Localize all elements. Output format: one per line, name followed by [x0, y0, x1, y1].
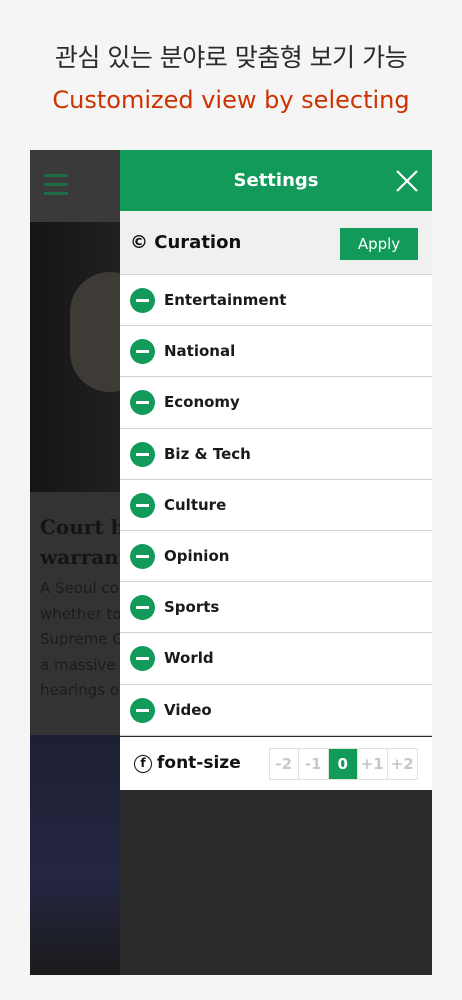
phone-screen: Court he warrant A Seoul cou whether to … [30, 150, 432, 975]
minus-circle-icon[interactable] [130, 390, 155, 416]
category-label: World [164, 649, 214, 668]
category-item-entertainment[interactable]: Entertainment [120, 275, 432, 327]
minus-circle-icon[interactable] [130, 595, 155, 621]
font-size-option-minus-2[interactable]: -2 [269, 749, 299, 779]
apply-button[interactable]: Apply [340, 228, 418, 260]
menu-icon[interactable] [44, 174, 68, 196]
font-size-option-plus-1[interactable]: +1 [358, 749, 388, 779]
settings-header: Settings [120, 150, 432, 211]
font-size-text: font-size [157, 753, 241, 773]
category-label: Video [164, 700, 212, 719]
category-item-video[interactable]: Video [120, 684, 432, 736]
minus-circle-icon[interactable] [130, 646, 155, 672]
category-item-biz-tech[interactable]: Biz & Tech [120, 428, 432, 480]
category-item-world[interactable]: World [120, 633, 432, 685]
category-item-opinion[interactable]: Opinion [120, 530, 432, 583]
category-label: Biz & Tech [164, 444, 251, 463]
minus-circle-icon[interactable] [130, 288, 155, 313]
curation-bar: © Curation Apply [120, 211, 432, 275]
font-size-bar: f font-size -2 -1 0 +1 +2 [120, 737, 432, 790]
font-size-option-0[interactable]: 0 [328, 749, 358, 779]
minus-circle-icon[interactable] [130, 543, 155, 569]
category-label: Culture [164, 495, 227, 514]
category-label: Entertainment [164, 291, 287, 309]
category-item-sports[interactable]: Sports [120, 582, 432, 634]
category-label: Opinion [164, 546, 230, 565]
category-item-economy[interactable]: Economy [120, 377, 432, 429]
font-size-selector: -2 -1 0 +1 +2 [268, 748, 418, 780]
category-label: National [164, 342, 236, 361]
minus-circle-icon[interactable] [130, 697, 155, 723]
font-icon: f [134, 755, 152, 773]
promo-title-english: Customized view by selecting [52, 86, 410, 114]
minus-circle-icon[interactable] [130, 441, 155, 467]
font-size-option-minus-1[interactable]: -1 [299, 749, 329, 779]
settings-panel: Settings © Curation Apply Entertainment … [120, 150, 432, 975]
close-icon[interactable] [394, 168, 420, 194]
category-item-culture[interactable]: Culture [120, 479, 432, 531]
minus-circle-icon[interactable] [130, 492, 155, 518]
curation-label: © Curation [130, 232, 242, 253]
minus-circle-icon[interactable] [130, 339, 155, 365]
promo-title-korean: 관심 있는 분야로 맞춤형 보기 가능 [54, 43, 408, 72]
category-item-national[interactable]: National [120, 326, 432, 378]
category-list: Entertainment National Economy Biz & Tec… [120, 275, 432, 736]
settings-title: Settings [233, 170, 319, 191]
font-size-option-plus-2[interactable]: +2 [387, 749, 417, 779]
category-label: Economy [164, 393, 240, 412]
font-size-label: f font-size [134, 737, 241, 790]
category-label: Sports [164, 598, 220, 617]
